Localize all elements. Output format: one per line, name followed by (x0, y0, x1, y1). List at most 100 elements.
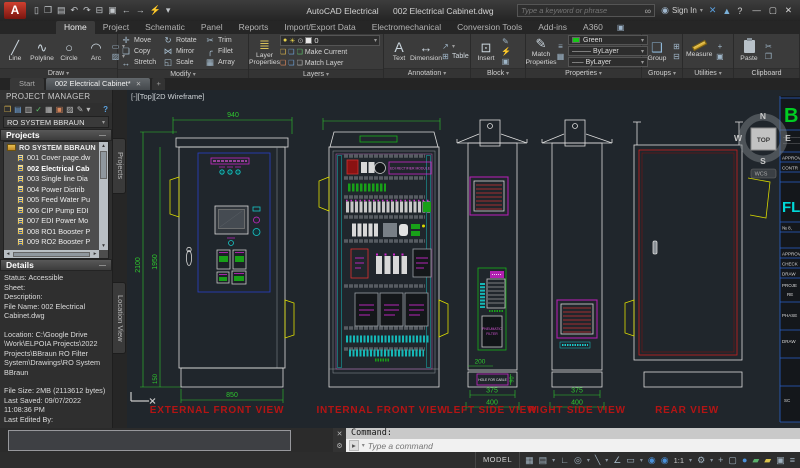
back-icon[interactable]: ← (122, 5, 131, 16)
drawing-item-005[interactable]: 005 Feed Water Pu (4, 195, 99, 206)
lineweight-caret-icon[interactable]: ▾ (640, 457, 643, 464)
collapse-details-icon[interactable]: — (99, 260, 106, 270)
tab-schematic[interactable]: Schematic (137, 21, 193, 34)
layer-state-icon[interactable]: ❏ (280, 48, 286, 56)
tab-a360[interactable]: A360 (575, 21, 611, 34)
insert-tool[interactable]: ⊡ Insert (474, 40, 498, 63)
pm-more-icon[interactable]: ▾ (86, 105, 90, 114)
paste-tool[interactable]: Paste (737, 40, 761, 63)
minimize-button[interactable]: — (752, 5, 761, 16)
viewcube-east[interactable]: E (785, 133, 791, 143)
copy-tool[interactable]: ❏Copy (121, 46, 163, 57)
project-dropdown[interactable]: RO SYSTEM BBRAUN ▾ (3, 116, 109, 128)
mirror-tool[interactable]: ⋈Mirror (163, 46, 205, 57)
layer-isolate-icon[interactable]: ❏ (280, 59, 286, 67)
viewcube-west[interactable]: W (734, 133, 743, 143)
customization-menu-icon[interactable]: ≡ (790, 455, 795, 465)
autocad-logo-icon[interactable]: A (4, 2, 26, 19)
group-edit-icon[interactable]: ⊞ (672, 42, 681, 51)
table-label[interactable]: Table (452, 53, 469, 60)
drawing-item-007[interactable]: 007 EDI Power Mo (4, 216, 99, 227)
layer-properties-tool[interactable]: ≣ Layer Properties (252, 37, 277, 67)
viewcube-top[interactable]: TOP (757, 137, 771, 144)
plotstyle-icon[interactable]: ▦ (556, 52, 565, 61)
block-edit-icon[interactable]: ✎ (501, 37, 510, 46)
drawing-item-001[interactable]: 001 Cover page.dw (4, 153, 99, 164)
plot-icon[interactable]: ⊟ (96, 5, 104, 16)
pm-task-icon[interactable]: ✓ (35, 105, 42, 114)
search-icon[interactable]: ∞ (645, 6, 654, 16)
measure-tool[interactable]: Measure (686, 43, 712, 59)
pm-open-project-icon[interactable]: ▤ (14, 105, 22, 114)
close-button[interactable]: ✕ (785, 5, 792, 16)
line-tool[interactable]: ╱ Line (3, 40, 27, 63)
details-section-header[interactable]: Details — (0, 259, 112, 271)
leader-icon[interactable]: ↗ (441, 42, 450, 51)
workspace-switch-icon[interactable]: ⚙ (697, 455, 705, 466)
undo-icon[interactable]: ↶ (71, 5, 79, 16)
command-prompt-icon[interactable]: ▸ (349, 440, 359, 451)
customize-command-icon[interactable]: ⚙ (336, 442, 342, 450)
pm-help-icon[interactable]: ? (103, 105, 108, 114)
ortho-icon[interactable]: ∟ (560, 455, 569, 465)
isodraft-icon[interactable]: ╲ (595, 455, 600, 466)
open-file-icon[interactable]: ❒ (44, 5, 52, 16)
layer-dropdown[interactable]: ● ☀ ⊙ 0 ▾ (280, 35, 380, 46)
clean-screen-icon[interactable]: ▣ (776, 455, 785, 466)
id-point-icon[interactable]: ▣ (715, 52, 724, 61)
a360-icon[interactable]: ▲ (722, 6, 731, 16)
model-space-button[interactable]: MODEL (475, 452, 520, 468)
drawing-item-003[interactable]: 003 Single line Dia (4, 174, 99, 185)
close-command-icon[interactable]: ✕ (337, 430, 343, 438)
graphics-performance-icon[interactable]: ▰ (764, 455, 771, 466)
block-panel-label[interactable]: Block ▾ (471, 68, 525, 78)
layer-off-icon[interactable]: ❏ (297, 48, 303, 56)
array-tool[interactable]: ▦Array (205, 57, 247, 68)
workspace-caret-icon[interactable]: ▾ (710, 457, 713, 464)
command-input[interactable] (368, 441, 800, 451)
pm-edit-icon[interactable]: ✎ (77, 105, 84, 114)
recent-commands-icon[interactable]: ▾ (362, 442, 365, 449)
exchange-icon[interactable]: ✕ (709, 5, 717, 16)
file-tab-active[interactable]: 002 Electrical Cabinet* ✕ (46, 78, 150, 90)
wcs-dropdown[interactable]: WCS (755, 172, 768, 178)
layer-walk-icon[interactable]: ❏ (297, 59, 303, 67)
layer-freeze-icon[interactable]: ❏ (288, 48, 294, 56)
polar-icon[interactable]: ◎ (574, 455, 582, 466)
drawing-svg[interactable]: 940 850 2100 1950 150 (127, 90, 800, 428)
tab-electromechanical[interactable]: Electromechanical (364, 21, 449, 34)
file-tab-start[interactable]: Start (10, 78, 44, 90)
hscroll-thumb[interactable] (13, 252, 90, 257)
snap-caret-icon[interactable]: ▾ (552, 457, 555, 464)
polar-caret-icon[interactable]: ▾ (587, 457, 590, 464)
new-file-icon[interactable]: ▯ (34, 5, 39, 16)
drawing-item-008[interactable]: 008 RO1 Booster P (4, 226, 99, 237)
close-tab-icon[interactable]: ✕ (136, 80, 141, 88)
drawing-item-004[interactable]: 004 Power Distrib (4, 184, 99, 195)
layer-unisolate-icon[interactable]: ❏ (288, 59, 294, 67)
block-attributes-icon[interactable]: ⚡ (501, 47, 510, 56)
drawing-item-006[interactable]: 006 CIP Pump EDI (4, 205, 99, 216)
viewport-controls[interactable]: [-][Top][2D Wireframe] (131, 92, 204, 101)
match-properties-tool[interactable]: ✎ Match Properties (529, 36, 553, 66)
stretch-tool[interactable]: ↔Stretch (121, 57, 163, 68)
qat-dropdown-icon[interactable]: ▾ (166, 5, 171, 16)
cut-icon[interactable]: ✂ (764, 42, 773, 51)
pm-recent-icon[interactable]: ▥ (25, 105, 33, 114)
text-tool[interactable]: A Text (387, 40, 411, 63)
right-side-view[interactable]: 375 400 (542, 120, 612, 410)
linetype-dropdown[interactable]: – – – ByLayer ▾ (568, 57, 648, 67)
match-layer-button[interactable]: Match Layer (305, 60, 344, 67)
polyline-tool[interactable]: ∿ Polyline (30, 40, 54, 63)
drawing-canvas[interactable]: [-][Top][2D Wireframe] 940 850 2100 (127, 90, 800, 428)
palette-tab-projects[interactable]: Projects (113, 138, 126, 194)
scale-tool[interactable]: ◱Scale (163, 57, 205, 68)
tab-import-export[interactable]: Import/Export Data (276, 21, 363, 34)
project-root-node[interactable]: RO SYSTEM BBRAUN (4, 142, 99, 153)
search-input[interactable] (518, 6, 645, 15)
move-tool[interactable]: ✛Move (121, 35, 163, 46)
tab-project[interactable]: Project (95, 21, 137, 34)
rear-view[interactable] (625, 122, 743, 387)
annotation-visibility-icon[interactable]: ◉ (648, 455, 656, 466)
snap-icon[interactable]: ▤ (539, 455, 548, 466)
